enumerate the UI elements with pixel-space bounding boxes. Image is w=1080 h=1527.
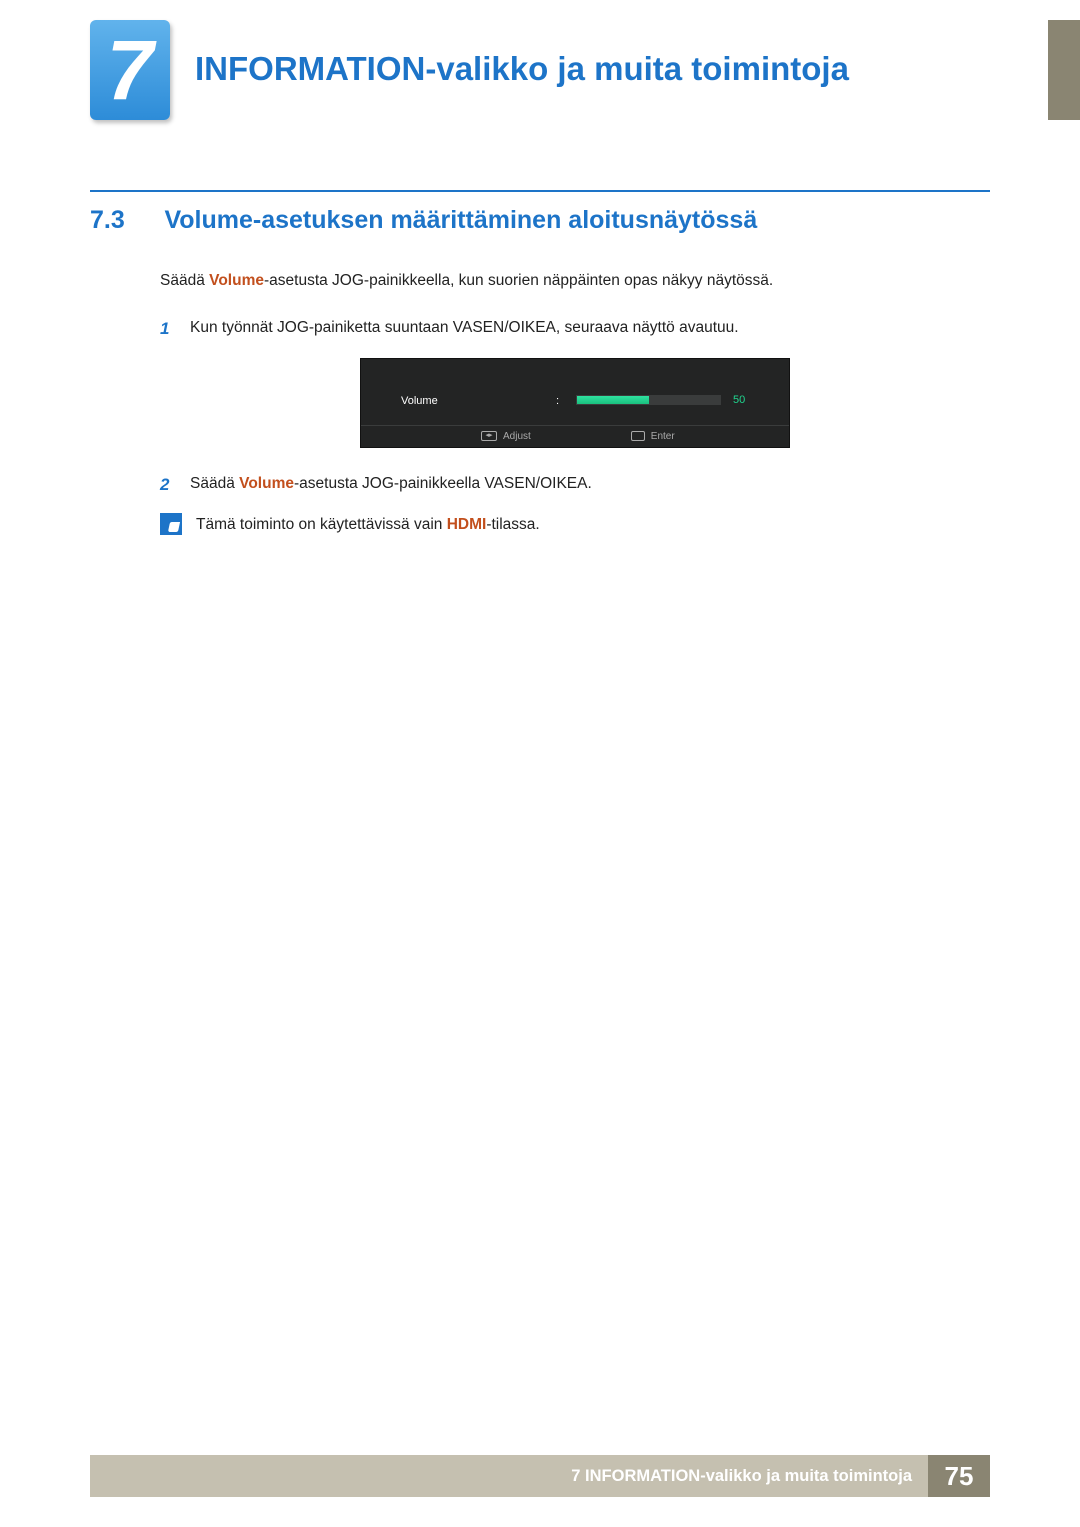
step2-highlight: Volume xyxy=(239,475,294,492)
chapter-number-badge: 7 xyxy=(90,20,170,120)
osd-volume-bar xyxy=(576,395,721,405)
section-header: 7.3 Volume-asetuksen määrittäminen aloit… xyxy=(90,190,990,235)
step-number: 2 xyxy=(160,472,176,498)
osd-enter-label: Enter xyxy=(651,429,675,444)
note-post: -tilassa. xyxy=(486,516,539,533)
enter-icon xyxy=(631,431,645,441)
step-2: 2 Säädä Volume-asetusta JOG-painikkeella… xyxy=(160,472,990,498)
osd-volume-label: Volume xyxy=(401,393,438,410)
osd-adjust-hint: ◂▸ Adjust xyxy=(481,429,531,444)
osd-footer: ◂▸ Adjust Enter xyxy=(361,425,789,447)
chapter-title: INFORMATION-valikko ja muita toimintoja xyxy=(195,50,849,88)
step2-post: -asetusta JOG-painikkeella VASEN/OIKEA. xyxy=(294,475,592,492)
section-number: 7.3 xyxy=(90,206,160,235)
note: Tämä toiminto on käytettävissä vain HDMI… xyxy=(160,513,990,536)
page-header: 7 INFORMATION-valikko ja muita toimintoj… xyxy=(0,0,1080,130)
intro-pre: Säädä xyxy=(160,272,209,289)
osd-adjust-label: Adjust xyxy=(503,429,531,444)
intro-post: -asetusta JOG-painikkeella, kun suorien … xyxy=(264,272,773,289)
osd-screenshot: Volume : 50 ◂▸ Adjust Enter xyxy=(360,358,790,448)
osd-volume-fill xyxy=(577,396,649,404)
note-text: Tämä toiminto on käytettävissä vain HDMI… xyxy=(196,513,540,536)
footer-chapter-label: 7 INFORMATION-valikko ja muita toimintoj… xyxy=(90,1455,928,1497)
osd-volume-value: 50 xyxy=(733,392,745,409)
page-footer: 7 INFORMATION-valikko ja muita toimintoj… xyxy=(90,1455,990,1497)
note-icon xyxy=(160,513,182,535)
intro-highlight: Volume xyxy=(209,272,264,289)
note-highlight: HDMI xyxy=(447,516,487,533)
intro-text: Säädä Volume-asetusta JOG-painikkeella, … xyxy=(160,269,990,292)
step-number: 1 xyxy=(160,316,176,342)
section-body: Säädä Volume-asetusta JOG-painikkeella, … xyxy=(160,269,990,537)
step2-pre: Säädä xyxy=(190,475,239,492)
content-area: 7.3 Volume-asetuksen määrittäminen aloit… xyxy=(90,190,990,537)
note-pre: Tämä toiminto on käytettävissä vain xyxy=(196,516,447,533)
step-1: 1 Kun työnnät JOG-painiketta suuntaan VA… xyxy=(160,316,990,342)
footer-page-number: 75 xyxy=(928,1455,990,1497)
osd-enter-hint: Enter xyxy=(631,429,675,444)
adjust-icon: ◂▸ xyxy=(481,431,497,441)
step-text: Säädä Volume-asetusta JOG-painikkeella V… xyxy=(190,472,990,498)
step-text: Kun työnnät JOG-painiketta suuntaan VASE… xyxy=(190,316,990,342)
section-title: Volume-asetuksen määrittäminen aloitusnä… xyxy=(164,206,757,235)
osd-colon: : xyxy=(556,393,559,410)
